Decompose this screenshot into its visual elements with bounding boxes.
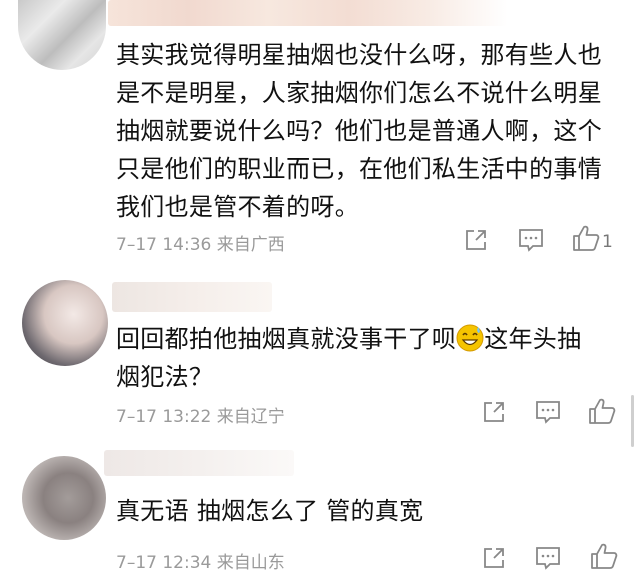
- comment-text-line: 烟犯法？: [116, 363, 214, 391]
- share-icon: [466, 230, 486, 250]
- avatar[interactable]: [22, 280, 108, 366]
- comment-button[interactable]: [535, 546, 561, 570]
- comment-text: 回回都拍他抽烟真就没事干了呗 这年头抽 烟犯法？: [116, 320, 581, 396]
- like-icon: [573, 225, 600, 251]
- like-button[interactable]: [588, 397, 616, 425]
- comment-text-line: 其实我觉得明星抽烟也没什么呀，那有些人也: [116, 41, 602, 69]
- like-count: 1: [602, 232, 613, 252]
- comment-text-segment: 这年头抽: [484, 325, 582, 353]
- scrollbar[interactable]: [631, 395, 634, 447]
- comment-text-segment: 回回都拍他抽烟真就没事干了呗: [116, 325, 457, 353]
- share-button[interactable]: [482, 400, 506, 424]
- comment-button[interactable]: [518, 228, 544, 252]
- comment-text-line: 抽烟就要说什么吗？他们也是普通人啊，这个: [116, 117, 602, 145]
- comment-text-line: 是不是明星，人家抽烟你们怎么不说什么明星: [116, 79, 602, 107]
- comment-meta: 7–17 12:34 来自山东: [116, 553, 285, 573]
- comment-icon: [536, 547, 560, 570]
- sweat-smile-emoji: [456, 324, 484, 352]
- username-blurred[interactable]: [108, 0, 508, 26]
- avatar[interactable]: [18, 0, 106, 70]
- like-button[interactable]: [590, 542, 618, 570]
- comment-meta: 7–17 14:36 来自广西: [116, 235, 285, 255]
- comment-icon: [536, 401, 560, 424]
- username-blurred[interactable]: [112, 282, 272, 312]
- comment-icon: [519, 229, 543, 252]
- comment-text-line: 真无语 抽烟怎么了 管的真宽: [116, 497, 424, 525]
- comment-button[interactable]: [535, 400, 561, 424]
- share-button[interactable]: [464, 228, 488, 252]
- share-icon: [484, 402, 504, 422]
- share-button[interactable]: [482, 546, 506, 570]
- comment-text-line: 回回都拍他抽烟真就没事干了呗 这年头抽: [116, 320, 581, 358]
- username-blurred[interactable]: [104, 450, 294, 476]
- comment-text-line: 我们也是管不着的呀。: [116, 193, 359, 221]
- avatar[interactable]: [22, 456, 106, 540]
- comment-meta: 7–17 13:22 来自辽宁: [116, 407, 285, 427]
- comment-text: 真无语 抽烟怎么了 管的真宽: [116, 492, 423, 530]
- like-icon: [591, 543, 618, 569]
- like-icon: [589, 398, 616, 424]
- like-button[interactable]: 1: [572, 224, 613, 252]
- share-icon: [484, 548, 504, 568]
- comment-text-line: 只是他们的职业而已，在他们私生活中的事情: [116, 155, 602, 183]
- comment-text: 其实我觉得明星抽烟也没什么呀，那有些人也 是不是明星，人家抽烟你们怎么不说什么明…: [116, 36, 602, 226]
